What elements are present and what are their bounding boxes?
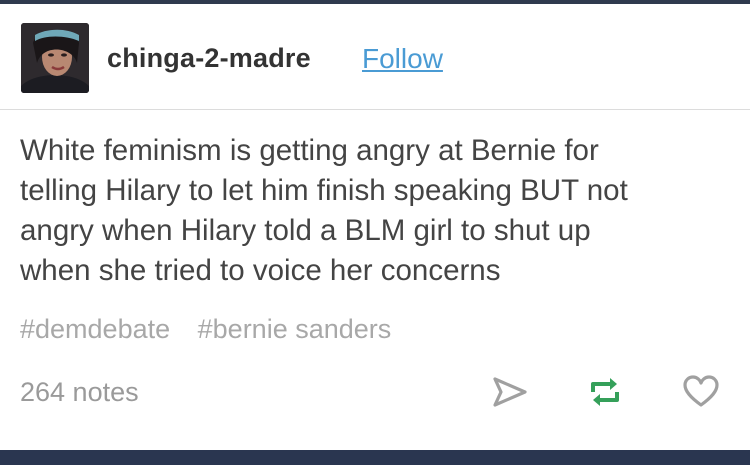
notes-count[interactable]: 264 notes [20,377,139,408]
post-body-line: angry when Hilary told a BLM girl to shu… [20,214,591,247]
username[interactable]: chinga-2-madre [107,43,311,74]
post-header: chinga-2-madre Follow [0,4,750,110]
heart-icon [683,375,719,407]
bottom-border [0,450,750,465]
like-button[interactable] [681,370,721,414]
reblog-icon [591,378,619,406]
post-body-line: telling Hilary to let him finish speakin… [20,174,628,207]
tag-bernie-sanders[interactable]: #bernie sanders [198,314,392,344]
avatar[interactable] [21,23,89,93]
post-tags: #demdebate #bernie sanders [20,314,411,345]
follow-link[interactable]: Follow [362,43,443,75]
post-body-line: White feminism is getting angry at Berni… [20,134,599,167]
tumblr-post: chinga-2-madre Follow White feminism is … [0,0,750,465]
header-divider [0,109,750,110]
reblog-button[interactable] [585,370,625,414]
post-body-line: when she tried to voice her concerns [20,254,501,287]
avatar-photo [21,23,89,93]
paper-plane-icon [493,377,527,407]
share-button[interactable] [490,370,530,414]
tag-demdebate[interactable]: #demdebate [20,314,170,344]
post-body: White feminism is getting angry at Berni… [20,131,730,291]
